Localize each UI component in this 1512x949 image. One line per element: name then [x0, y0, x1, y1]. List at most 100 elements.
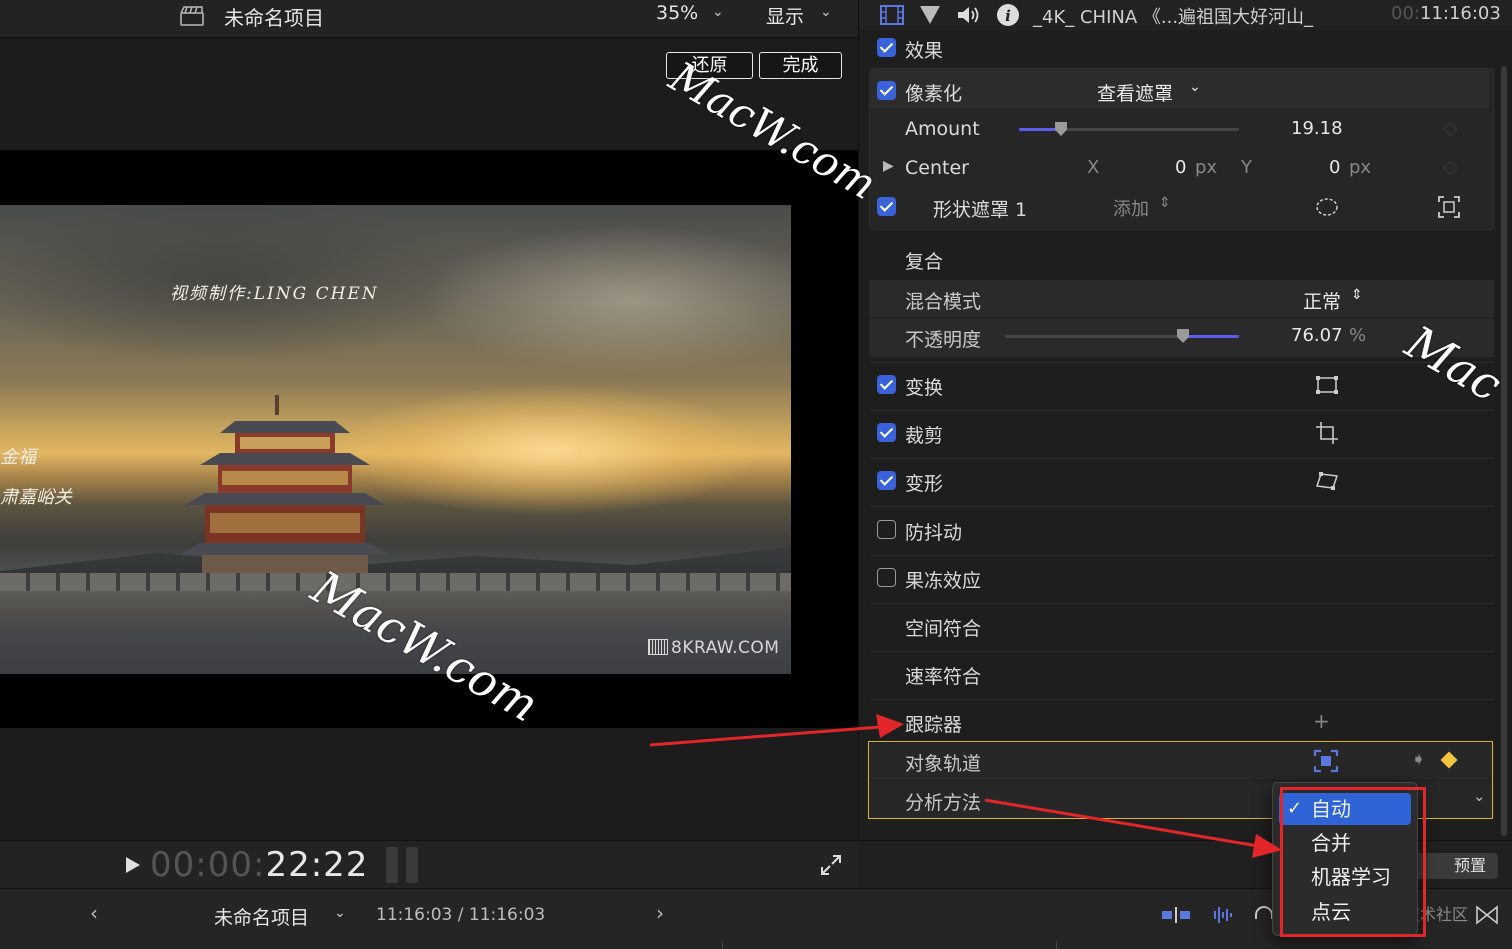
- slider-fill: [1183, 335, 1239, 338]
- add-tracker-icon[interactable]: +: [1313, 709, 1330, 733]
- done-button[interactable]: 完成: [759, 52, 842, 79]
- clip-duration: 00:11:16:03: [1391, 3, 1501, 24]
- timeline-project-name[interactable]: 未命名项目: [214, 903, 309, 930]
- rolling-shutter-checkbox[interactable]: [877, 568, 896, 587]
- video-brand-watermark: 8KRAW.COM: [648, 638, 779, 658]
- divider: [869, 410, 1494, 411]
- save-preset-button[interactable]: 预置: [1414, 853, 1498, 879]
- opacity-unit: %: [1349, 325, 1367, 346]
- divider: [869, 555, 1494, 556]
- annotation-highlight-box: [1280, 787, 1426, 937]
- blend-mode-label: 混合模式: [905, 291, 982, 313]
- stabilization-row: 防抖动: [869, 518, 1494, 544]
- video-caption-line: 肃嘉峪关: [0, 487, 72, 508]
- stabilization-checkbox[interactable]: [877, 520, 896, 539]
- back-arrow-icon[interactable]: ‹: [90, 901, 98, 925]
- divider: [869, 699, 1494, 700]
- chevron-down-icon[interactable]: ⌄: [1189, 79, 1201, 95]
- timecode-value: 22:22: [265, 845, 369, 885]
- keyframe-icon[interactable]: [1442, 160, 1458, 176]
- slider-fill: [1019, 128, 1061, 131]
- amount-value[interactable]: 19.18: [1291, 118, 1343, 139]
- opacity-slider[interactable]: [1005, 329, 1239, 343]
- slider-knob[interactable]: [1055, 122, 1067, 136]
- rolling-shutter-label: 果冻效应: [905, 570, 982, 592]
- video-credit-text: 视频制作:LING CHEN: [170, 284, 379, 304]
- audio-waveform-icon[interactable]: [1208, 903, 1238, 927]
- clip-name: _4K_ CHINA 《...遍祖国大好河山_: [1033, 7, 1314, 28]
- up-down-arrows-icon[interactable]: ⇕: [1159, 195, 1171, 211]
- onscreen-controls-icon[interactable]: [1437, 195, 1461, 219]
- effects-heading-row: 效果: [869, 36, 1494, 62]
- chevron-down-icon[interactable]: ⌄: [334, 905, 346, 921]
- chevron-down-icon[interactable]: ⌄: [712, 4, 724, 20]
- pixelate-row: 像素化 查看遮罩 ⌄: [869, 79, 1494, 106]
- spatial-conform-row[interactable]: 空间符合: [869, 614, 1494, 640]
- viewer-toolbar: 未命名项目 35% ⌄ 显示 ⌄: [0, 0, 858, 38]
- opacity-row: 不透明度 76.07 %: [869, 325, 1494, 351]
- crop-checkbox[interactable]: [877, 423, 896, 442]
- shape-mask-label: 形状遮罩 1: [933, 199, 1028, 221]
- center-row: ▶ Center X 0 px Y 0 px: [869, 157, 1494, 181]
- info-icon[interactable]: i: [995, 3, 1021, 27]
- opacity-value[interactable]: 76.07: [1291, 325, 1343, 346]
- divider: [722, 941, 723, 949]
- snapping-icon[interactable]: [1474, 903, 1500, 927]
- amount-slider[interactable]: [1019, 122, 1239, 136]
- forward-arrow-icon[interactable]: ›: [656, 901, 664, 925]
- pixelate-checkbox[interactable]: [877, 81, 896, 100]
- blend-mode-menu[interactable]: 正常: [1303, 287, 1341, 314]
- distort-checkbox[interactable]: [877, 471, 896, 490]
- play-icon[interactable]: [124, 855, 142, 875]
- tracker-heading: 跟踪器: [905, 714, 963, 736]
- clip-time-dim: 00:: [1391, 3, 1420, 24]
- transform-onscreen-icon[interactable]: [1315, 373, 1339, 397]
- clapper-icon: [180, 6, 204, 26]
- view-menu[interactable]: 显示: [766, 2, 804, 29]
- divider: [869, 603, 1494, 604]
- fullscreen-icon[interactable]: [819, 853, 843, 877]
- audio-inspector-icon[interactable]: [955, 3, 981, 27]
- audio-meter: [386, 847, 420, 883]
- up-down-arrows-icon[interactable]: ⇕: [1351, 287, 1363, 303]
- effects-checkbox[interactable]: [877, 38, 896, 57]
- keyframe-icon[interactable]: [1442, 121, 1458, 137]
- viewer-transport: 00:00:22:22: [0, 840, 858, 888]
- center-x-value[interactable]: 0: [1175, 157, 1186, 178]
- rate-conform-label: 速率符合: [905, 666, 982, 688]
- transform-checkbox[interactable]: [877, 375, 896, 394]
- clip-appearance-icon[interactable]: [1160, 903, 1192, 927]
- add-mask-menu[interactable]: 添加: [1113, 195, 1149, 221]
- ellipse-mask-icon[interactable]: [1315, 195, 1339, 219]
- crop-label: 裁剪: [905, 425, 944, 447]
- timecode-dim: 00:00:: [150, 845, 266, 885]
- distort-onscreen-icon[interactable]: [1315, 469, 1339, 493]
- view-mask-menu[interactable]: 查看遮罩: [1097, 79, 1173, 106]
- transform-label: 变换: [905, 377, 944, 399]
- distort-row: 变形: [869, 469, 1494, 495]
- tracker-heading-row: 跟踪器 +: [869, 709, 1494, 736]
- crop-row: 裁剪: [869, 421, 1494, 447]
- inspector-scrollbar[interactable]: [1501, 66, 1507, 836]
- amount-label: Amount: [905, 118, 980, 140]
- rate-conform-row[interactable]: 速率符合: [869, 662, 1494, 688]
- shape-mask-checkbox[interactable]: [877, 197, 896, 216]
- cloud-shape: [420, 225, 791, 375]
- color-inspector-icon[interactable]: [917, 3, 943, 27]
- center-x-label: X: [1087, 157, 1100, 178]
- zoom-menu[interactable]: 35%: [656, 2, 698, 24]
- center-y-label: Y: [1241, 157, 1252, 178]
- chevron-down-icon[interactable]: ⌄: [820, 4, 832, 20]
- crop-onscreen-icon[interactable]: [1315, 421, 1339, 445]
- wall-battlement: [0, 573, 791, 591]
- center-x-unit: px: [1195, 157, 1218, 178]
- divider: [869, 458, 1494, 459]
- clip-time-value: 11:16:03: [1419, 3, 1501, 24]
- amount-row: Amount 19.18: [869, 118, 1494, 142]
- rolling-shutter-row: 果冻效应: [869, 566, 1494, 592]
- slider-knob[interactable]: [1177, 329, 1189, 343]
- center-y-value[interactable]: 0: [1329, 157, 1340, 178]
- timecode-display: 00:00:22:22: [150, 845, 368, 885]
- video-inspector-icon[interactable]: [879, 3, 905, 27]
- divider: [869, 651, 1494, 652]
